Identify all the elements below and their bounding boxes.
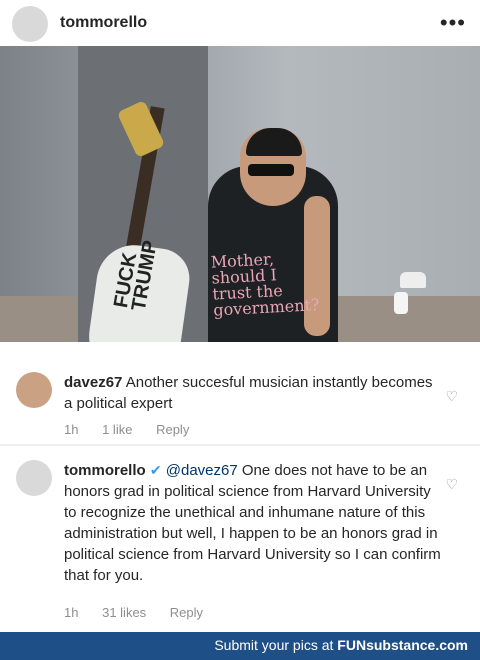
guitar-text: FUCK TRUMP bbox=[110, 238, 162, 313]
avatar[interactable] bbox=[12, 6, 48, 42]
post-username[interactable]: tommorello bbox=[60, 14, 147, 32]
post-photo: FUCK TRUMP Mother, should I trust the go… bbox=[0, 46, 480, 342]
footer-caption: Submit your pics at bbox=[214, 637, 334, 653]
wall-lamp bbox=[400, 272, 426, 288]
comment-time: 1h bbox=[64, 605, 79, 620]
watermark-footer: Submit your pics at FUNsubstance.com bbox=[0, 632, 480, 660]
footer-brand[interactable]: FUNsubstance.com bbox=[337, 637, 468, 653]
comment-text: tommorello ✔ @davez67 One does not have … bbox=[64, 460, 444, 586]
more-options-icon[interactable]: ••• bbox=[440, 10, 466, 36]
comment-likes[interactable]: 31 likes bbox=[102, 605, 146, 620]
comment: tommorello ✔ @davez67 One does not have … bbox=[0, 448, 480, 632]
reply-button[interactable]: Reply bbox=[170, 605, 203, 620]
comment-username[interactable]: davez67 bbox=[64, 374, 122, 391]
wall-lamp-base bbox=[394, 292, 408, 314]
comment-meta: 1h 31 likes Reply bbox=[64, 605, 223, 620]
comment-likes[interactable]: 1 like bbox=[102, 422, 132, 437]
heart-icon[interactable]: ♡ bbox=[445, 476, 458, 493]
comment-text: davez67 Another succesful musician insta… bbox=[64, 372, 444, 414]
comment-time: 1h bbox=[64, 422, 79, 437]
heart-icon[interactable]: ♡ bbox=[445, 388, 458, 405]
comment-body: One does not have to be an honors grad i… bbox=[64, 462, 441, 584]
comment-username[interactable]: tommorello bbox=[64, 462, 146, 479]
comment-meta: 1h 1 like Reply bbox=[64, 422, 209, 437]
shirt-text: Mother, should I trust the government? bbox=[210, 249, 320, 320]
avatar[interactable] bbox=[16, 372, 52, 408]
comment: davez67 Another succesful musician insta… bbox=[0, 344, 480, 444]
divider bbox=[0, 444, 480, 446]
verified-badge-icon: ✔ bbox=[149, 462, 162, 478]
person-sunglasses bbox=[248, 164, 294, 176]
reply-button[interactable]: Reply bbox=[156, 422, 189, 437]
avatar[interactable] bbox=[16, 460, 52, 496]
footer-text: Submit your pics at FUNsubstance.com bbox=[214, 637, 468, 653]
post-header: tommorello ••• bbox=[0, 0, 480, 48]
mention-link[interactable]: @davez67 bbox=[166, 462, 238, 479]
